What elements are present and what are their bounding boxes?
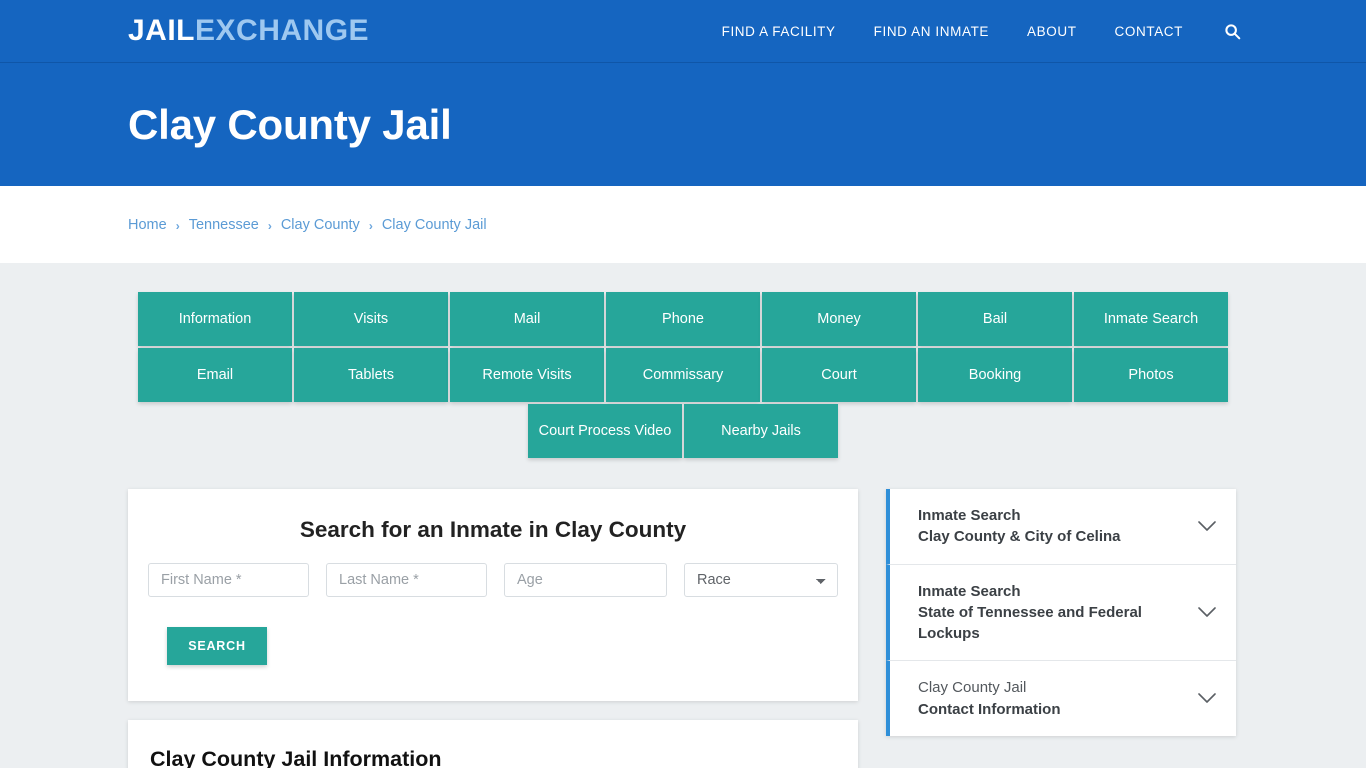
- tab-nearby-jails[interactable]: Nearby Jails: [684, 404, 838, 458]
- tab-court[interactable]: Court: [762, 348, 916, 402]
- site-logo[interactable]: JAILEXCHANGE: [128, 16, 369, 46]
- age-input[interactable]: [504, 563, 667, 597]
- breadcrumb-item-tennessee[interactable]: Tennessee: [189, 217, 259, 233]
- jail-information-heading: Clay County Jail Information: [150, 747, 442, 768]
- site-header: JAILEXCHANGE FIND A FACILITY FIND AN INM…: [0, 0, 1366, 63]
- nav-contact[interactable]: CONTACT: [1096, 24, 1202, 39]
- sidebar-accordion: Inmate Search Clay County & City of Celi…: [886, 489, 1236, 737]
- jail-information-card: Clay County Jail Information: [128, 720, 858, 768]
- logo-text-jail: JAIL: [128, 14, 196, 47]
- tab-money[interactable]: Money: [762, 292, 916, 346]
- tab-mail[interactable]: Mail: [450, 292, 604, 346]
- inmate-search-fields: Race: [148, 563, 838, 597]
- tab-remote-visits[interactable]: Remote Visits: [450, 348, 604, 402]
- content-columns: Search for an Inmate in Clay County Race…: [128, 489, 1238, 768]
- tab-court-process-video[interactable]: Court Process Video: [528, 404, 682, 458]
- breadcrumb-item-clay-county-jail[interactable]: Clay County Jail: [382, 217, 487, 233]
- facility-section-tabs: Information Visits Mail Phone Money Bail…: [138, 292, 1228, 458]
- accordion-item-line2: State of Tennessee and Federal Lockups: [918, 603, 1142, 643]
- page-content: Information Visits Mail Phone Money Bail…: [0, 263, 1366, 768]
- accordion-item-text: Clay County Jail Contact Information: [918, 677, 1196, 720]
- tab-inmate-search[interactable]: Inmate Search: [1074, 292, 1228, 346]
- inmate-search-heading: Search for an Inmate in Clay County: [299, 517, 687, 542]
- first-name-input[interactable]: [148, 563, 309, 597]
- tab-commissary[interactable]: Commissary: [606, 348, 760, 402]
- accordion-item-text: Inmate Search Clay County & City of Celi…: [918, 505, 1196, 548]
- chevron-right-icon: ›: [368, 218, 373, 233]
- chevron-right-icon: ›: [267, 218, 272, 233]
- inmate-search-card: Search for an Inmate in Clay County Race…: [128, 489, 858, 701]
- chevron-down-icon[interactable]: [1196, 520, 1218, 532]
- accordion-item-line1: Inmate Search: [918, 507, 1021, 524]
- accordion-item-line1: Inmate Search: [918, 582, 1021, 600]
- chevron-right-icon: ›: [175, 218, 180, 233]
- accordion-item-inmate-search-state[interactable]: Inmate Search State of Tennessee and Fed…: [886, 564, 1236, 662]
- tab-photos[interactable]: Photos: [1074, 348, 1228, 402]
- main-column: Search for an Inmate in Clay County Race…: [128, 489, 858, 768]
- tab-phone[interactable]: Phone: [606, 292, 760, 346]
- tab-tablets[interactable]: Tablets: [294, 348, 448, 402]
- accordion-item-line2: Contact Information: [918, 700, 1061, 718]
- race-select[interactable]: Race: [684, 563, 838, 597]
- nav-about[interactable]: ABOUT: [1008, 24, 1096, 39]
- accordion-item-inmate-search-county[interactable]: Inmate Search Clay County & City of Celi…: [886, 489, 1236, 565]
- nav-find-an-inmate[interactable]: FIND AN INMATE: [855, 24, 1008, 39]
- tab-booking[interactable]: Booking: [918, 348, 1072, 402]
- logo-text-exchange: EXCHANGE: [195, 14, 370, 47]
- breadcrumb-item-home[interactable]: Home: [128, 217, 167, 233]
- search-icon[interactable]: [1202, 23, 1241, 40]
- page-title: Clay County Jail: [128, 100, 452, 148]
- tab-bail[interactable]: Bail: [918, 292, 1072, 346]
- search-submit-button[interactable]: SEARCH: [167, 627, 267, 665]
- accordion-item-line1: Clay County Jail: [918, 679, 1027, 697]
- chevron-down-icon[interactable]: [1196, 607, 1218, 618]
- accordion-item-contact-information[interactable]: Clay County Jail Contact Information: [886, 661, 1236, 737]
- breadcrumb: Home › Tennessee › Clay County › Clay Co…: [128, 217, 487, 233]
- sidebar-column: Inmate Search Clay County & City of Celi…: [886, 489, 1236, 737]
- breadcrumb-bar: Home › Tennessee › Clay County › Clay Co…: [0, 186, 1366, 263]
- accordion-item-line2: Clay County & City of Celina: [918, 528, 1121, 546]
- nav-find-a-facility[interactable]: FIND A FACILITY: [703, 24, 855, 39]
- tab-visits[interactable]: Visits: [294, 292, 448, 346]
- accordion-item-text: Inmate Search State of Tennessee and Fed…: [918, 581, 1196, 645]
- tab-email[interactable]: Email: [138, 348, 292, 402]
- tab-information[interactable]: Information: [138, 292, 292, 346]
- page-hero: Clay County Jail: [0, 63, 1366, 186]
- chevron-down-icon[interactable]: [1196, 693, 1218, 704]
- breadcrumb-item-clay-county[interactable]: Clay County: [281, 217, 360, 233]
- main-navigation: FIND A FACILITY FIND AN INMATE ABOUT CON…: [703, 23, 1241, 40]
- last-name-input[interactable]: [326, 563, 487, 597]
